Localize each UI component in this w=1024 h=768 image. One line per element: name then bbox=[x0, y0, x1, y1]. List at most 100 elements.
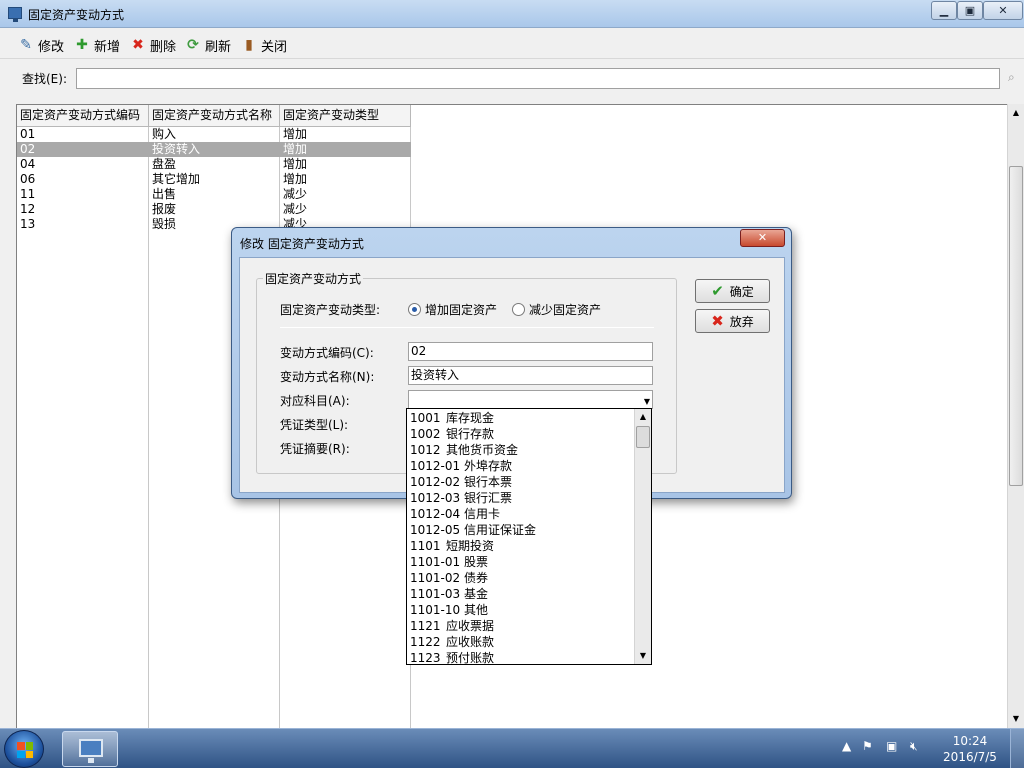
list-item[interactable]: 1012 其他货币资金 bbox=[410, 442, 518, 458]
add-label: 新增 bbox=[94, 39, 121, 55]
account-code: 1012-05 bbox=[410, 523, 461, 537]
minimize-button[interactable]: ▁ bbox=[931, 1, 957, 20]
account-name: 其他货币资金 bbox=[446, 443, 519, 457]
close-button[interactable]: ▮ 关闭 bbox=[241, 35, 287, 55]
account-name: 短期投资 bbox=[446, 539, 495, 553]
column-header-code[interactable]: 固定资产变动方式编码 bbox=[17, 105, 149, 127]
list-item[interactable]: 1123 预付账款 bbox=[410, 650, 494, 665]
list-item[interactable]: 1122 应收账款 bbox=[410, 634, 494, 650]
account-code: 1012-01 bbox=[410, 459, 461, 473]
list-item[interactable]: 1101-01 股票 bbox=[410, 554, 488, 570]
search-input[interactable] bbox=[76, 68, 1000, 89]
dialog-close-button[interactable]: ✕ bbox=[740, 229, 785, 247]
windows-logo-icon bbox=[17, 742, 33, 758]
table-cell: 增加 bbox=[283, 142, 308, 156]
cancel-button[interactable]: ✖ 放弃 bbox=[695, 309, 770, 333]
action-center-icon[interactable]: ⚑ bbox=[862, 739, 873, 753]
list-item[interactable]: 1101 短期投资 bbox=[410, 538, 494, 554]
scroll-down-icon[interactable]: ▼ bbox=[635, 648, 651, 664]
account-code: 1101-02 bbox=[410, 571, 461, 585]
list-item[interactable]: 1012-01 外埠存款 bbox=[410, 458, 512, 474]
list-item[interactable]: 1012-02 银行本票 bbox=[410, 474, 512, 490]
refresh-icon: ⟳ bbox=[187, 37, 199, 53]
column-header-name[interactable]: 固定资产变动方式名称 bbox=[149, 105, 280, 127]
scroll-up-icon[interactable]: ▲ bbox=[1008, 104, 1024, 121]
list-item[interactable]: 1002 银行存款 bbox=[410, 426, 494, 442]
account-name: 银行汇票 bbox=[464, 491, 513, 505]
main-scrollbar[interactable]: ▲ ▼ bbox=[1007, 104, 1024, 728]
scroll-thumb[interactable] bbox=[1009, 166, 1023, 486]
table-cell: 13 bbox=[20, 217, 36, 231]
list-item[interactable]: 1012-04 信用卡 bbox=[410, 506, 500, 522]
list-item[interactable]: 1121 应收票据 bbox=[410, 618, 494, 634]
type-label: 固定资产变动类型: bbox=[280, 303, 381, 317]
table-row[interactable]: 02 投资转入 增加 bbox=[17, 142, 411, 157]
table-row[interactable]: 04 盘盈 增加 bbox=[17, 157, 411, 172]
scroll-down-icon[interactable]: ▼ bbox=[1008, 710, 1024, 727]
minimize-icon: ▁ bbox=[939, 4, 949, 17]
add-button[interactable]: ✚ 新增 bbox=[74, 35, 120, 55]
toolbar: ✎ 修改 ✚ 新增 ✖ 删除 ⟳ 刷新 ▮ 关闭 bbox=[0, 29, 1024, 59]
close-window-button[interactable]: ✕ bbox=[983, 1, 1023, 20]
radio-increase-label: 增加固定资产 bbox=[425, 303, 498, 317]
account-name: 信用证保证金 bbox=[464, 523, 537, 537]
taskbar-app-button[interactable] bbox=[62, 731, 118, 767]
list-item[interactable]: 1101-02 债券 bbox=[410, 570, 488, 586]
table-row[interactable]: 11 出售 减少 bbox=[17, 187, 411, 202]
show-desktop-button[interactable] bbox=[1010, 729, 1024, 768]
edit-icon: ✎ bbox=[20, 37, 32, 53]
refresh-label: 刷新 bbox=[205, 39, 232, 55]
account-code: 1101-01 bbox=[410, 555, 461, 569]
window-title: 固定资产变动方式 bbox=[28, 8, 125, 22]
list-item[interactable]: 1101-03 基金 bbox=[410, 586, 488, 602]
account-code: 1012 bbox=[410, 443, 441, 457]
refresh-button[interactable]: ⟳ 刷新 bbox=[185, 35, 231, 55]
name-field[interactable]: 投资转入 bbox=[408, 366, 653, 385]
ok-label: 确定 bbox=[729, 284, 754, 299]
account-name: 外埠存款 bbox=[464, 459, 513, 473]
list-item[interactable]: 1012-03 银行汇票 bbox=[410, 490, 512, 506]
table-row[interactable]: 06 其它增加 增加 bbox=[17, 172, 411, 187]
dropdown-scrollbar[interactable]: ▲ ▼ bbox=[634, 409, 651, 664]
code-label: 变动方式编码(C): bbox=[280, 346, 374, 360]
monitor-icon bbox=[79, 739, 103, 763]
radio-unselected-icon bbox=[512, 303, 525, 316]
account-code: 1101 bbox=[410, 539, 441, 553]
maximize-button[interactable]: ▣ bbox=[957, 1, 983, 20]
tray-expand-icon[interactable]: ▲ bbox=[842, 739, 851, 753]
volume-muted-icon[interactable]: 🔇︎ bbox=[910, 739, 918, 754]
account-name: 基金 bbox=[464, 587, 489, 601]
table-cell: 06 bbox=[20, 172, 36, 186]
list-item[interactable]: 1012-05 信用证保证金 bbox=[410, 522, 536, 538]
scroll-up-icon[interactable]: ▲ bbox=[635, 409, 651, 425]
delete-button[interactable]: ✖ 删除 bbox=[130, 35, 176, 55]
network-icon[interactable]: ▣ bbox=[886, 739, 897, 753]
edit-button[interactable]: ✎ 修改 bbox=[18, 35, 64, 55]
radio-selected-icon bbox=[408, 303, 421, 316]
dropdown-scroll-thumb[interactable] bbox=[636, 426, 650, 448]
code-field[interactable]: 02 bbox=[408, 342, 653, 361]
delete-icon: ✖ bbox=[132, 37, 144, 53]
system-clock[interactable]: 10:24 2016/7/5 bbox=[940, 733, 1000, 765]
title-bar: 固定资产变动方式 ▁ ▣ ✕ bbox=[0, 0, 1024, 28]
account-code: 1123 bbox=[410, 651, 441, 665]
table-cell: 01 bbox=[20, 127, 36, 141]
account-combobox[interactable]: ▼ bbox=[408, 390, 653, 409]
ok-button[interactable]: ✔ 确定 bbox=[695, 279, 770, 303]
account-dropdown-list[interactable]: 1001 库存现金 1002 银行存款 1012 其他货币资金 1012-01 外埠存款 101… bbox=[406, 408, 652, 665]
radio-decrease[interactable]: 减少固定资产 bbox=[512, 301, 601, 318]
filter-icon[interactable]: ⌕ bbox=[1008, 70, 1022, 86]
start-button[interactable] bbox=[4, 730, 44, 768]
radio-decrease-label: 减少固定资产 bbox=[529, 303, 602, 317]
account-code: 1002 bbox=[410, 427, 441, 441]
table-row[interactable]: 12 报废 减少 bbox=[17, 202, 411, 217]
grid-header: 固定资产变动方式编码 固定资产变动方式名称 固定资产变动类型 bbox=[17, 105, 411, 127]
table-cell: 盘盈 bbox=[152, 157, 177, 171]
list-item[interactable]: 1101-10 其他 bbox=[410, 602, 488, 618]
search-label: 查找(E): bbox=[22, 72, 67, 86]
table-row[interactable]: 01 购入 增加 bbox=[17, 127, 411, 142]
account-name: 债券 bbox=[464, 571, 489, 585]
list-item[interactable]: 1001 库存现金 bbox=[410, 410, 494, 426]
radio-increase[interactable]: 增加固定资产 bbox=[408, 301, 497, 318]
column-header-type[interactable]: 固定资产变动类型 bbox=[280, 105, 411, 127]
